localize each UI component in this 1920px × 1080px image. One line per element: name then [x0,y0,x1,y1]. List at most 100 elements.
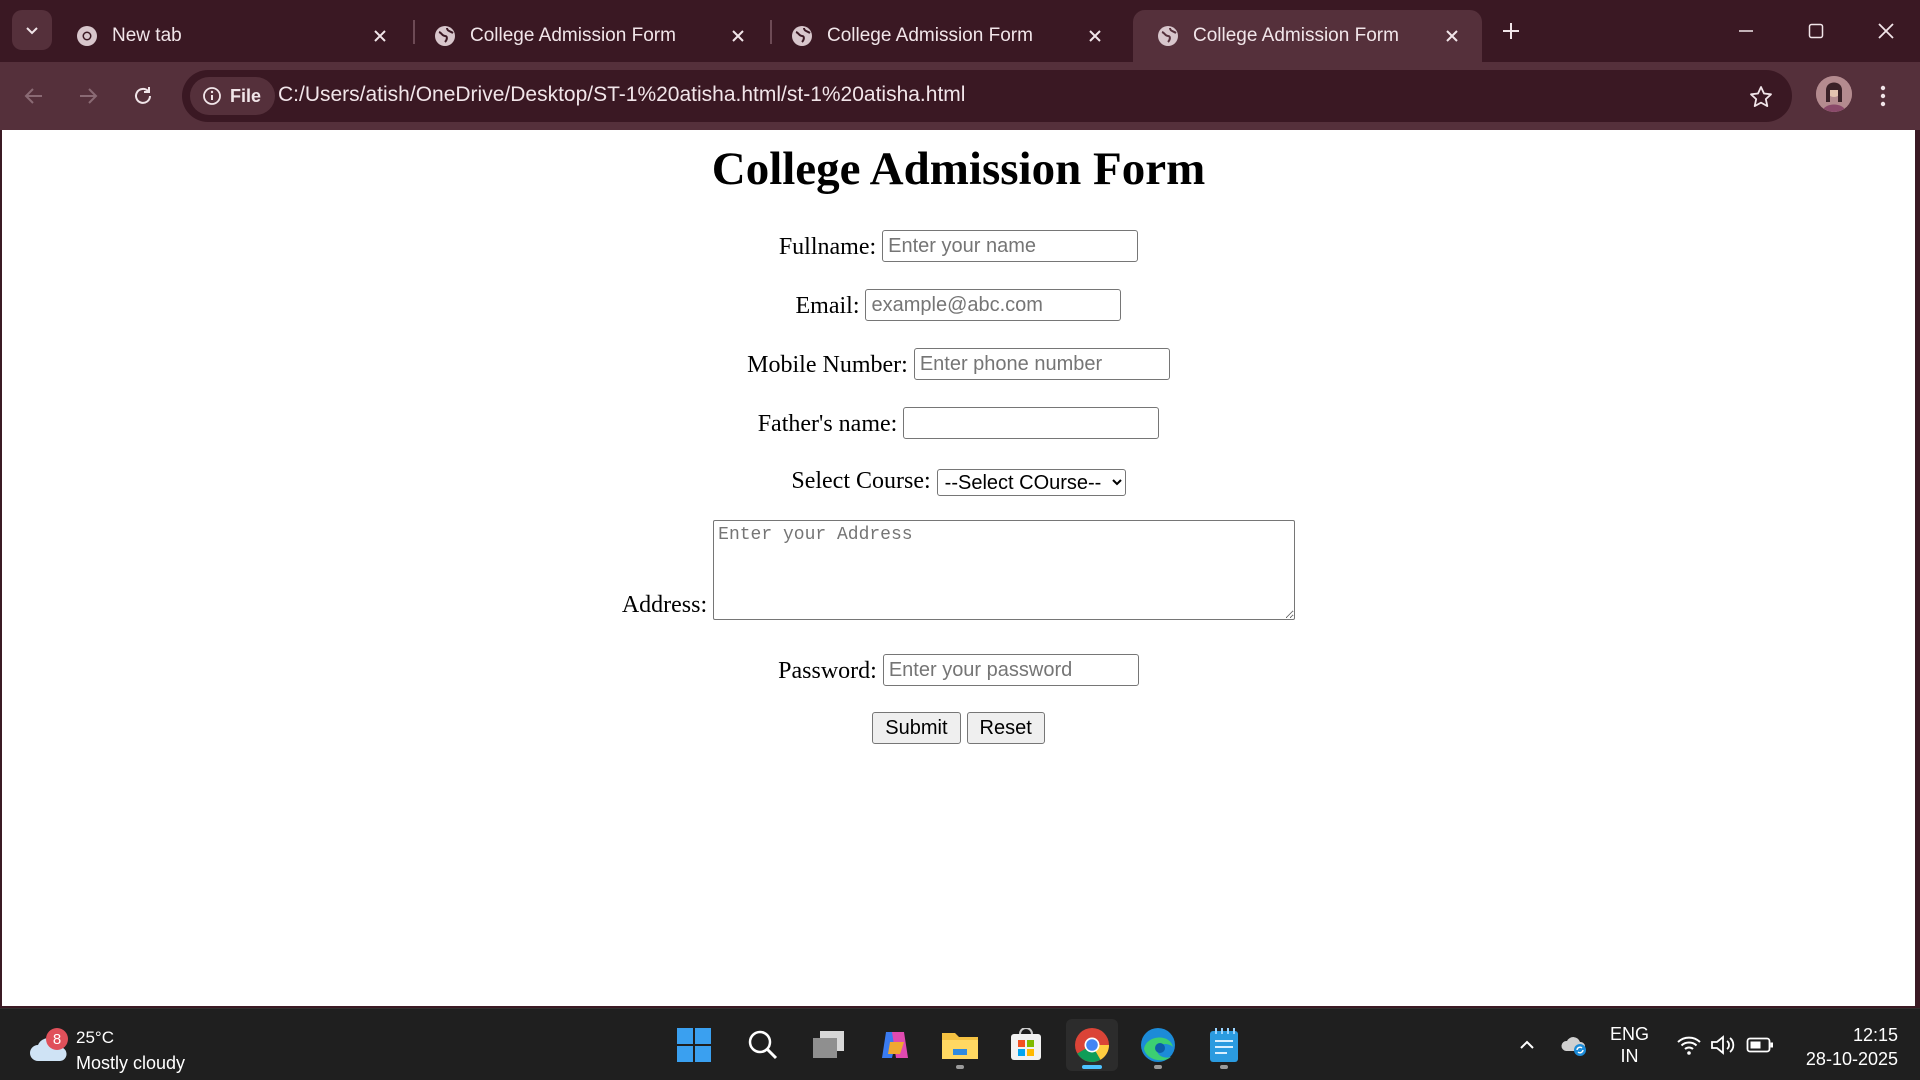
battery-tray[interactable] [1746,1031,1774,1059]
chevron-up-icon [1520,1040,1534,1049]
reload-icon [135,87,151,104]
search-button[interactable] [737,1019,789,1071]
weather-desc: Mostly cloudy [76,1053,186,1073]
star-icon [1750,86,1772,107]
back-button[interactable] [14,76,54,116]
tab-college-admission-form[interactable]: College Admission Form [410,10,768,62]
close-window-button[interactable] [1856,8,1916,54]
volume-tray[interactable] [1710,1031,1738,1059]
copilot-icon [882,1032,908,1058]
maximize-icon [1808,23,1824,39]
close-tab-icon[interactable] [1081,22,1109,50]
email-input[interactable] [865,289,1122,321]
father-name-row: Father's name: [2,407,1915,439]
profile-avatar[interactable] [1816,76,1852,112]
course-select[interactable]: --Select COurse-- [936,469,1126,496]
arrow-right-icon [80,88,98,104]
tab-strip: New tab College Admission Form College A… [0,0,1920,62]
close-icon [1878,23,1894,39]
weather-temp: 25°C [76,1028,114,1047]
microsoft-store-app[interactable] [1000,1019,1052,1071]
task-view-button[interactable] [803,1019,855,1071]
menu-button[interactable] [1868,76,1898,116]
weather-badge: 8 [46,1028,68,1050]
address-textarea[interactable] [713,520,1296,620]
forward-button[interactable] [68,76,108,116]
close-tab-icon[interactable] [1438,22,1466,50]
fullname-label: Fullname: [778,234,877,260]
bookmark-button[interactable] [1746,82,1776,112]
tab-college-admission-form-active[interactable]: College Admission Form [1133,10,1482,62]
clock-time: 12:15 [1852,1025,1898,1045]
notepad-icon [1210,1028,1238,1062]
tab-title: College Admission Form [827,25,1033,46]
tab-title: College Admission Form [1193,25,1399,46]
wifi-tray[interactable] [1675,1031,1703,1059]
chrome-icon [1075,1028,1109,1062]
site-info-chip[interactable]: File [190,77,276,115]
new-tab-button[interactable] [1494,14,1528,48]
password-input[interactable] [882,654,1139,686]
running-indicator [1220,1065,1228,1069]
fullname-input[interactable] [882,230,1139,262]
site-info-label: File [230,85,262,106]
globe-icon [792,26,812,46]
language-indicator[interactable]: ENG IN [1610,1023,1649,1067]
show-hidden-icons-button[interactable] [1513,1031,1541,1059]
file-explorer-app[interactable] [934,1019,986,1071]
father-name-input[interactable] [903,407,1160,439]
plus-icon [1503,23,1519,39]
email-row: Email: [2,289,1915,321]
active-indicator [1082,1065,1102,1069]
wifi-icon [1677,1036,1701,1055]
battery-icon [1746,1037,1773,1053]
minimize-icon [1739,30,1753,32]
submit-button[interactable]: Submit [872,712,961,744]
arrow-left-icon [24,88,42,104]
address-row: Address: [2,520,1915,620]
chrome-icon [77,26,97,46]
browser-toolbar: File C:/Users/atish/OneDrive/Desktop/ST-… [0,62,1920,130]
notepad-app[interactable] [1198,1019,1250,1071]
close-tab-icon[interactable] [724,22,752,50]
more-vertical-icon [1880,85,1886,107]
edge-app[interactable] [1132,1019,1184,1071]
tab-search-button[interactable] [12,10,52,50]
info-icon [203,87,221,105]
mobile-input[interactable] [913,348,1170,380]
minimize-button[interactable] [1716,8,1776,54]
tab-new-tab[interactable]: New tab [52,10,410,62]
copilot-app[interactable] [869,1019,921,1071]
reload-button[interactable] [123,76,163,116]
address-bar[interactable]: File C:/Users/atish/OneDrive/Desktop/ST-… [182,70,1792,122]
onedrive-sync-icon [1561,1037,1586,1056]
url-text[interactable]: C:/Users/atish/OneDrive/Desktop/ST-1%20a… [278,83,965,107]
password-label: Password: [778,658,877,684]
page-title: College Admission Form [711,143,1206,195]
chrome-app[interactable] [1066,1019,1118,1071]
start-button[interactable] [668,1019,720,1071]
globe-icon [1158,26,1178,46]
chevron-down-icon [26,27,38,35]
mobile-label: Mobile Number: [747,352,908,378]
weather-widget[interactable]: 8 25°C Mostly cloudy [24,1019,204,1073]
tab-title: College Admission Form [470,25,676,46]
close-tab-icon[interactable] [366,22,394,50]
maximize-button[interactable] [1786,8,1846,54]
reset-button[interactable]: Reset [966,712,1045,744]
taskbar: 8 25°C Mostly cloudy ENG IN 12:15 28-10-… [0,1008,1920,1080]
tab-college-admission-form[interactable]: College Admission Form [767,10,1125,62]
password-row: Password: [2,654,1915,686]
onedrive-tray[interactable] [1560,1031,1588,1059]
store-icon [1011,1028,1041,1060]
edge-icon [1141,1028,1175,1062]
email-label: Email: [795,293,860,319]
globe-icon [435,26,455,46]
clock[interactable]: 12:15 28-10-2025 [1806,1023,1898,1071]
tab-title: New tab [112,25,182,46]
course-label: Select Course: [791,468,931,494]
task-view-icon [813,1031,844,1058]
windows-icon [677,1028,711,1062]
region-code: IN [1620,1046,1639,1066]
search-icon [748,1030,778,1060]
